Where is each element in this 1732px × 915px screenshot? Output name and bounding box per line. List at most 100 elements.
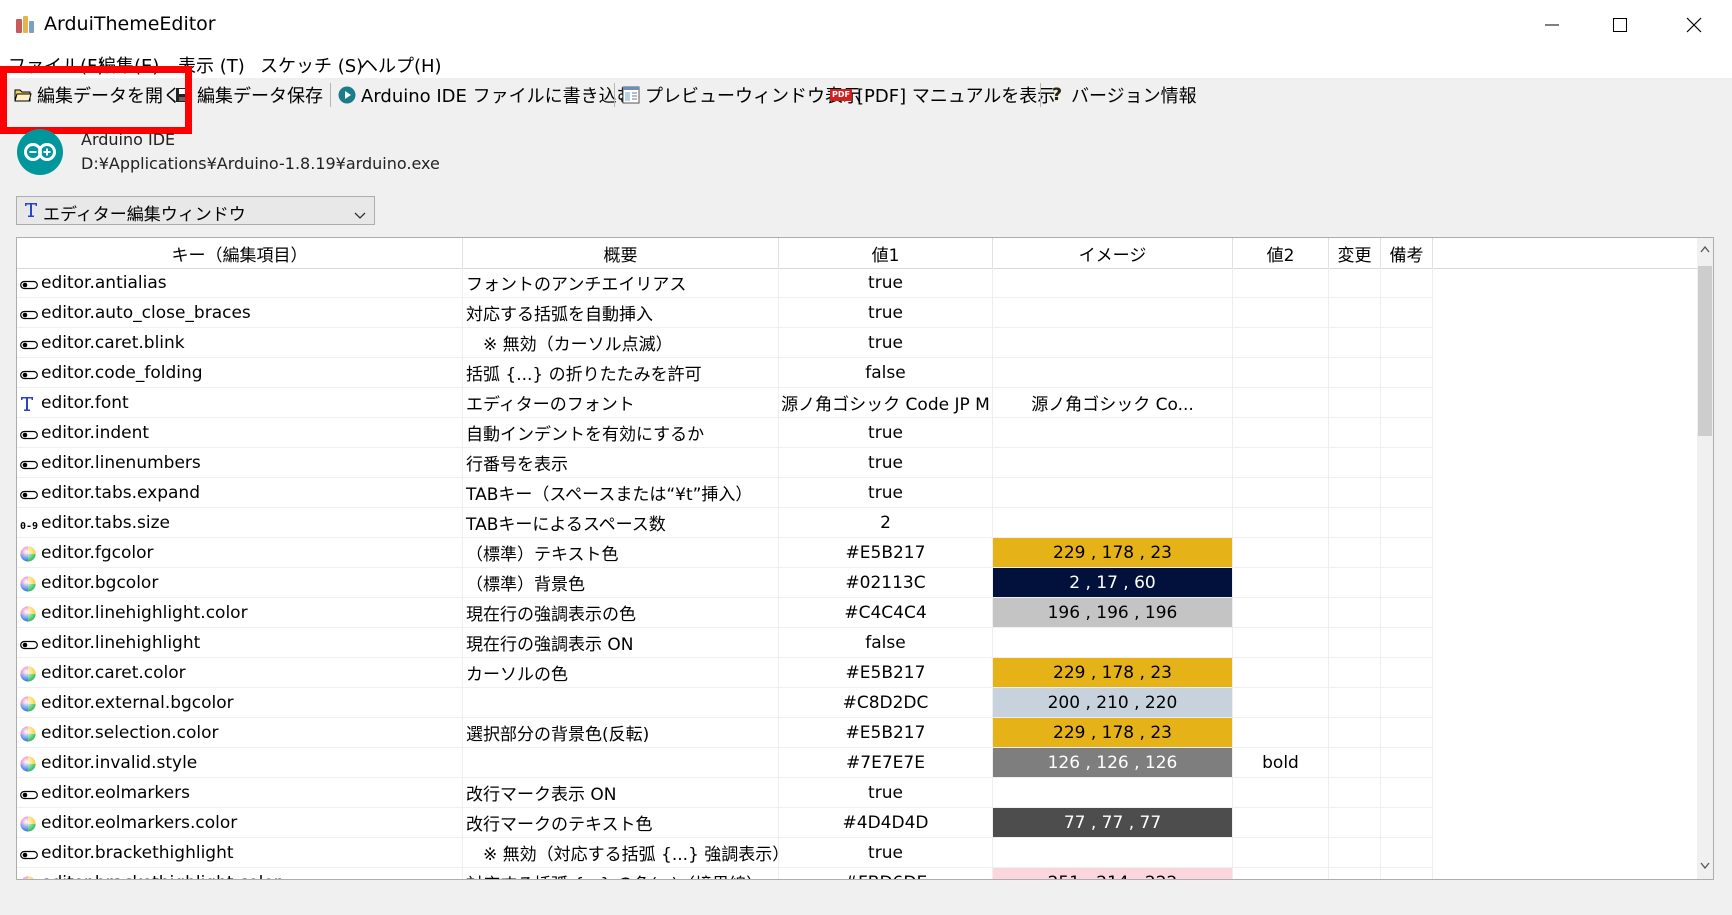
table-row[interactable]: editor.invalid.style #7E7E7E 126 , 126 , 1… [17, 748, 1433, 778]
value1-cell[interactable]: false [779, 628, 993, 658]
notes-cell[interactable] [1381, 688, 1433, 718]
key-cell[interactable]: editor.linehighlight.color [17, 598, 463, 628]
value1-cell[interactable]: true [779, 418, 993, 448]
value1-cell[interactable]: true [779, 838, 993, 868]
table-row[interactable]: editor.linehighlight 現在行の強調表示 ON false [17, 628, 1433, 658]
key-cell[interactable]: editor.bgcolor [17, 568, 463, 598]
header-changed[interactable]: 変更 [1329, 238, 1381, 268]
notes-cell[interactable] [1381, 838, 1433, 868]
image-cell[interactable] [993, 838, 1233, 868]
value2-cell[interactable] [1233, 298, 1329, 328]
table-row[interactable]: editor.fgcolor （標準）テキスト色 #E5B217 229 , 178 … [17, 538, 1433, 568]
value1-cell[interactable]: 2 [779, 508, 993, 538]
vertical-scrollbar[interactable] [1697, 238, 1713, 879]
value2-cell[interactable] [1233, 448, 1329, 478]
desc-cell[interactable]: 現在行の強調表示 ON [463, 628, 779, 658]
save-data-button[interactable]: 編集データ保存 [174, 82, 323, 108]
table-row[interactable]: editor.tabs.expand TABキー（スペースまたは“¥t”挿入） tr… [17, 478, 1433, 508]
image-cell[interactable]: 200 , 210 , 220 [993, 688, 1233, 718]
image-cell[interactable]: 源ノ角ゴシック Co... [993, 388, 1233, 418]
value2-cell[interactable] [1233, 658, 1329, 688]
key-cell[interactable]: editor.tabs.expand [17, 478, 463, 508]
close-button[interactable] [1660, 0, 1728, 50]
table-row[interactable]: editor.eolmarkers.color 改行マークのテキスト色 #4D4D4… [17, 808, 1433, 838]
key-cell[interactable]: editor.caret.blink [17, 328, 463, 358]
notes-cell[interactable] [1381, 358, 1433, 388]
notes-cell[interactable] [1381, 268, 1433, 298]
changed-cell[interactable] [1329, 358, 1381, 388]
notes-cell[interactable] [1381, 388, 1433, 418]
value2-cell[interactable] [1233, 628, 1329, 658]
value1-cell[interactable]: true [779, 478, 993, 508]
key-cell[interactable]: editor.antialias [17, 268, 463, 298]
header-value1[interactable]: 値1 [779, 238, 993, 268]
write-ide-button[interactable]: Arduino IDE ファイルに書き込む [338, 82, 635, 108]
value1-cell[interactable]: #FBD6DE [779, 868, 993, 879]
value1-cell[interactable]: #02113C [779, 568, 993, 598]
image-cell[interactable] [993, 478, 1233, 508]
key-cell[interactable]: editor.eolmarkers [17, 778, 463, 808]
key-cell[interactable]: 0-9 editor.tabs.size [17, 508, 463, 538]
key-cell[interactable]: editor.auto_close_braces [17, 298, 463, 328]
desc-cell[interactable]: 現在行の強調表示の色 [463, 598, 779, 628]
image-cell[interactable]: 2 , 17 , 60 [993, 568, 1233, 598]
changed-cell[interactable] [1329, 268, 1381, 298]
changed-cell[interactable] [1329, 508, 1381, 538]
value1-cell[interactable]: true [779, 328, 993, 358]
key-cell[interactable]: editor.brackethighlight.color [17, 868, 463, 879]
value2-cell[interactable] [1233, 418, 1329, 448]
image-cell[interactable] [993, 298, 1233, 328]
table-row[interactable]: editor.eolmarkers 改行マーク表示 ON true [17, 778, 1433, 808]
value1-cell[interactable]: 源ノ角ゴシック Code JP M [779, 388, 993, 418]
value1-cell[interactable]: true [779, 778, 993, 808]
changed-cell[interactable] [1329, 388, 1381, 418]
table-row[interactable]: editor.antialias フォントのアンチエイリアス true [17, 268, 1433, 298]
image-cell[interactable] [993, 508, 1233, 538]
changed-cell[interactable] [1329, 568, 1381, 598]
key-cell[interactable]: editor.indent [17, 418, 463, 448]
value1-cell[interactable]: true [779, 298, 993, 328]
table-row[interactable]: editor.selection.color 選択部分の背景色(反転) #E5B21… [17, 718, 1433, 748]
scroll-down-icon[interactable] [1700, 862, 1710, 869]
value1-cell[interactable]: false [779, 358, 993, 388]
value2-cell[interactable] [1233, 538, 1329, 568]
value2-cell[interactable] [1233, 838, 1329, 868]
changed-cell[interactable] [1329, 478, 1381, 508]
value2-cell[interactable] [1233, 478, 1329, 508]
notes-cell[interactable] [1381, 718, 1433, 748]
image-cell[interactable] [993, 418, 1233, 448]
value2-cell[interactable] [1233, 268, 1329, 298]
desc-cell[interactable]: 自動インデントを有効にするか [463, 418, 779, 448]
image-cell[interactable] [993, 628, 1233, 658]
value2-cell[interactable]: bold [1233, 748, 1329, 778]
key-cell[interactable]: editor.font [17, 388, 463, 418]
desc-cell[interactable]: ※ 無効（カーソル点滅） [463, 328, 779, 358]
table-row[interactable]: editor.caret.color カーソルの色 #E5B217 229 , 178… [17, 658, 1433, 688]
notes-cell[interactable] [1381, 298, 1433, 328]
changed-cell[interactable] [1329, 778, 1381, 808]
notes-cell[interactable] [1381, 598, 1433, 628]
value2-cell[interactable] [1233, 328, 1329, 358]
notes-cell[interactable] [1381, 778, 1433, 808]
desc-cell[interactable]: （標準）テキスト色 [463, 538, 779, 568]
value2-cell[interactable] [1233, 868, 1329, 879]
key-cell[interactable]: editor.caret.color [17, 658, 463, 688]
desc-cell[interactable]: フォントのアンチエイリアス [463, 268, 779, 298]
image-cell[interactable] [993, 778, 1233, 808]
changed-cell[interactable] [1329, 598, 1381, 628]
preview-window-button[interactable]: プレビューウィンドウ表示 [622, 82, 861, 108]
scroll-up-icon[interactable] [1700, 246, 1710, 253]
maximize-button[interactable] [1586, 0, 1654, 50]
key-cell[interactable]: editor.selection.color [17, 718, 463, 748]
header-key[interactable]: キー（編集項目） [17, 238, 463, 268]
value2-cell[interactable] [1233, 688, 1329, 718]
notes-cell[interactable] [1381, 628, 1433, 658]
table-row[interactable]: 0-9 editor.tabs.size TABキーによるスペース数 2 [17, 508, 1433, 538]
changed-cell[interactable] [1329, 658, 1381, 688]
image-cell[interactable] [993, 448, 1233, 478]
changed-cell[interactable] [1329, 448, 1381, 478]
table-row[interactable]: editor.brackethighlight.color 対応する括弧 {...… [17, 868, 1433, 879]
menu-sketch[interactable]: スケッチ (S) [260, 52, 363, 78]
changed-cell[interactable] [1329, 628, 1381, 658]
header-value2[interactable]: 値2 [1233, 238, 1329, 268]
